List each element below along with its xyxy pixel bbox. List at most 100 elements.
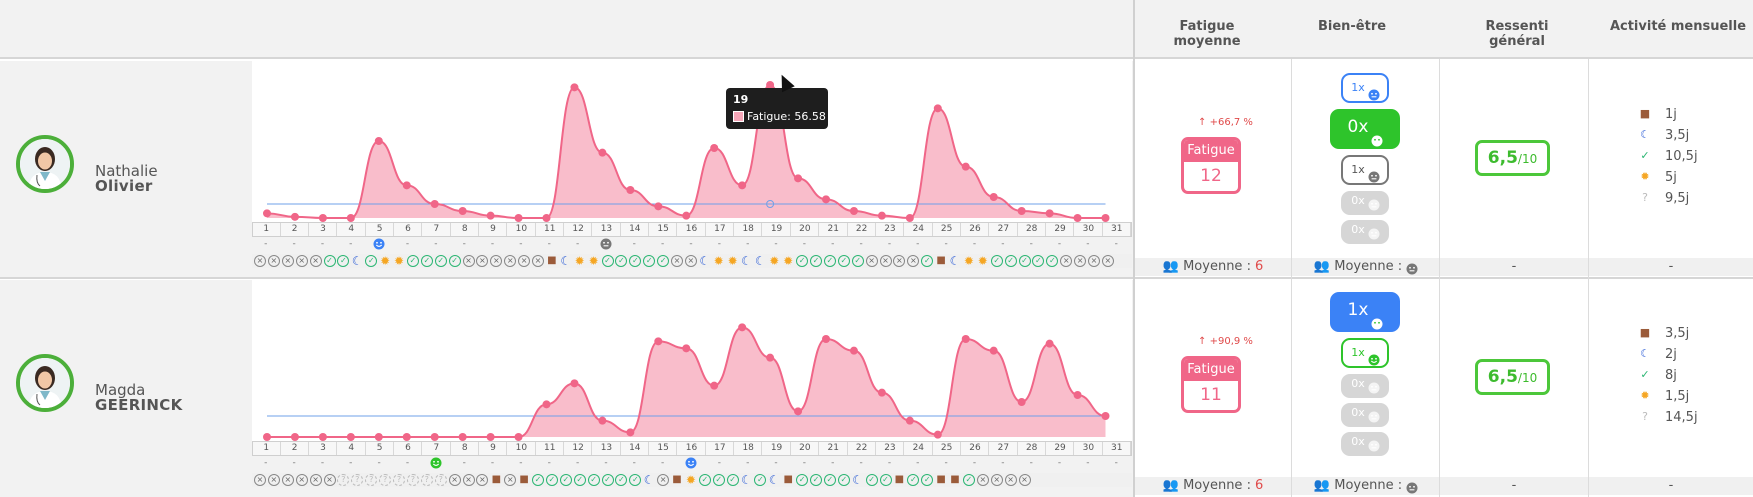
wellbeing-pill[interactable]: 1x bbox=[1341, 338, 1389, 368]
day-label[interactable]: 4 bbox=[338, 223, 366, 236]
day-label[interactable]: 12 bbox=[565, 442, 593, 455]
tooltip-title: 19 bbox=[733, 93, 749, 106]
mood-face-icon[interactable] bbox=[365, 238, 393, 253]
day-label[interactable]: 22 bbox=[848, 442, 876, 455]
day-label[interactable]: 3 bbox=[310, 223, 338, 236]
column-activite-mensuelle[interactable]: Activité mensuelle bbox=[1608, 19, 1748, 34]
day-label[interactable]: 15 bbox=[650, 442, 678, 455]
day-label[interactable]: 21 bbox=[820, 442, 848, 455]
sun-icon: ✹ bbox=[783, 254, 794, 268]
avatar[interactable] bbox=[16, 135, 74, 193]
column-fatigue-moyenne[interactable]: Fatigue moyenne bbox=[1147, 19, 1267, 49]
day-label[interactable]: 24 bbox=[905, 223, 933, 236]
day-label[interactable]: 25 bbox=[933, 223, 961, 236]
day-label[interactable]: 25 bbox=[933, 442, 961, 455]
day-label[interactable]: 28 bbox=[1018, 442, 1046, 455]
day-label[interactable]: 30 bbox=[1075, 223, 1103, 236]
day-label[interactable]: 27 bbox=[990, 223, 1018, 236]
mood-face-icon[interactable] bbox=[422, 457, 450, 472]
wellbeing-pill[interactable]: 0x bbox=[1330, 109, 1400, 149]
day-label[interactable]: 29 bbox=[1047, 223, 1075, 236]
day-label[interactable]: 8 bbox=[451, 442, 479, 455]
wellbeing-pill[interactable]: 1x bbox=[1341, 73, 1389, 103]
day-label[interactable]: 10 bbox=[508, 442, 536, 455]
day-label[interactable]: 18 bbox=[735, 223, 763, 236]
day-label[interactable]: 17 bbox=[707, 223, 735, 236]
wellbeing-pill[interactable]: 0x bbox=[1341, 191, 1389, 215]
day-label[interactable]: 6 bbox=[395, 442, 423, 455]
ressenti-score[interactable]: 6,5/10 bbox=[1475, 140, 1550, 176]
fatigue-point bbox=[849, 207, 858, 215]
mood-face-icon[interactable] bbox=[677, 457, 705, 472]
day-label[interactable]: 26 bbox=[962, 442, 990, 455]
day-label[interactable]: 2 bbox=[281, 223, 309, 236]
day-label[interactable]: 20 bbox=[792, 442, 820, 455]
day-label[interactable]: 23 bbox=[877, 223, 905, 236]
day-label[interactable]: 14 bbox=[622, 442, 650, 455]
day-label[interactable]: 24 bbox=[905, 442, 933, 455]
wellbeing-pill[interactable]: 1x bbox=[1341, 155, 1389, 185]
check-icon: ✓ bbox=[1004, 255, 1017, 267]
day-label[interactable]: 15 bbox=[650, 223, 678, 236]
day-label[interactable]: 13 bbox=[593, 223, 621, 236]
day-label[interactable]: 9 bbox=[480, 442, 508, 455]
day-label[interactable]: 2 bbox=[281, 442, 309, 455]
day-label[interactable]: 10 bbox=[508, 223, 536, 236]
day-label[interactable]: 16 bbox=[678, 442, 706, 455]
day-label[interactable]: 17 bbox=[707, 442, 735, 455]
day-label[interactable]: 28 bbox=[1018, 223, 1046, 236]
fatigue-card[interactable]: Fatigue 12 bbox=[1181, 137, 1241, 194]
day-label[interactable]: 1 bbox=[253, 442, 281, 455]
day-label[interactable]: 11 bbox=[537, 223, 564, 236]
fatigue-card[interactable]: Fatigue 11 bbox=[1181, 356, 1241, 413]
wellbeing-pill[interactable]: 0x bbox=[1341, 403, 1389, 427]
day-label[interactable]: 26 bbox=[962, 223, 990, 236]
avatar[interactable] bbox=[16, 354, 74, 412]
day-label[interactable]: 5 bbox=[366, 442, 394, 455]
day-label[interactable]: 1 bbox=[253, 223, 281, 236]
day-label[interactable]: 7 bbox=[423, 442, 451, 455]
day-label[interactable]: 16 bbox=[678, 223, 706, 236]
day-label[interactable]: 6 bbox=[395, 223, 423, 236]
day-label[interactable]: 9 bbox=[480, 223, 508, 236]
day-label[interactable]: 7 bbox=[423, 223, 451, 236]
absent-icon: × bbox=[865, 255, 878, 267]
day-label[interactable]: 5 bbox=[366, 223, 394, 236]
day-label[interactable]: 20 bbox=[792, 223, 820, 236]
day-label[interactable]: 31 bbox=[1104, 442, 1131, 455]
day-label[interactable]: 27 bbox=[990, 442, 1018, 455]
mood-face-icon[interactable] bbox=[592, 238, 620, 253]
mood-empty: - bbox=[604, 458, 608, 468]
absent-icon: × bbox=[879, 255, 892, 267]
day-label[interactable]: 21 bbox=[820, 223, 848, 236]
day-label[interactable]: 19 bbox=[763, 223, 791, 236]
day-label[interactable]: 29 bbox=[1047, 442, 1075, 455]
wellbeing-pill[interactable]: 0x bbox=[1341, 432, 1389, 456]
day-label[interactable]: 12 bbox=[565, 223, 593, 236]
day-label[interactable]: 11 bbox=[537, 442, 564, 455]
moon-icon: ☾ bbox=[949, 254, 961, 268]
day-label[interactable]: 18 bbox=[735, 442, 763, 455]
wellbeing-pill[interactable]: 0x bbox=[1341, 220, 1389, 244]
day-label[interactable]: 30 bbox=[1075, 442, 1103, 455]
day-label[interactable]: 13 bbox=[593, 442, 621, 455]
day-label[interactable]: 14 bbox=[622, 223, 650, 236]
day-label[interactable]: 4 bbox=[338, 442, 366, 455]
day-label[interactable]: 8 bbox=[451, 223, 479, 236]
day-label[interactable]: 19 bbox=[763, 442, 791, 455]
activity-item: ? 14,5j bbox=[1638, 410, 1728, 428]
wellbeing-pill[interactable]: 0x bbox=[1341, 374, 1389, 398]
ressenti-score[interactable]: 6,5/10 bbox=[1475, 359, 1550, 395]
wellbeing-pill[interactable]: 1x bbox=[1330, 292, 1400, 332]
day-label[interactable]: 23 bbox=[877, 442, 905, 455]
day-label[interactable]: 31 bbox=[1104, 223, 1131, 236]
day-label[interactable]: 22 bbox=[848, 223, 876, 236]
day-label[interactable]: 3 bbox=[310, 442, 338, 455]
column-ressenti-general[interactable]: Ressenti général bbox=[1457, 19, 1577, 49]
absent-icon: × bbox=[1101, 255, 1114, 267]
column-bien-etre[interactable]: Bien-être bbox=[1292, 19, 1412, 34]
fatigue-point bbox=[626, 428, 635, 437]
mood-face-icon bbox=[1368, 408, 1380, 422]
fatigue-point bbox=[766, 353, 775, 362]
mood-empty: - bbox=[519, 458, 523, 468]
